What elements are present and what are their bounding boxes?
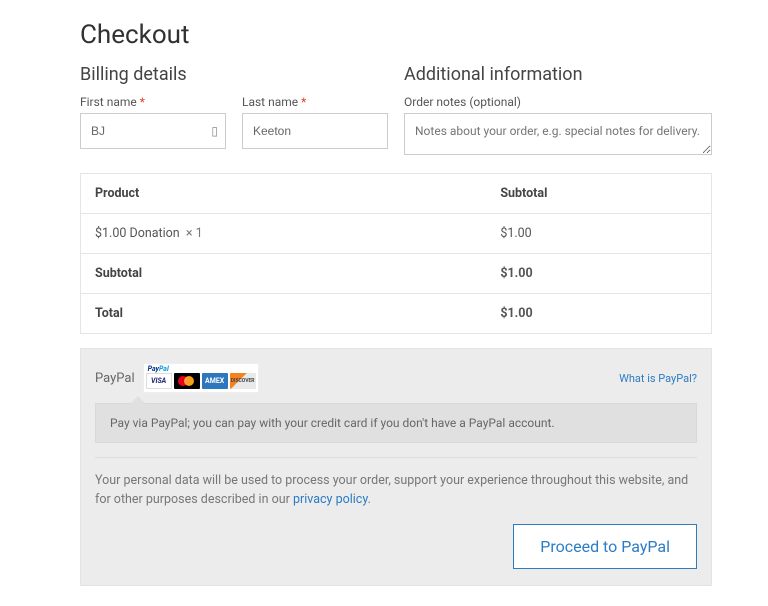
divider xyxy=(95,457,697,458)
billing-section: Billing details First name * ▯ Last name xyxy=(80,64,388,159)
what-is-paypal-link[interactable]: What is PayPal? xyxy=(619,372,697,385)
privacy-text: Your personal data will be used to proce… xyxy=(95,472,697,510)
first-name-label: First name * xyxy=(80,95,226,109)
payment-box: PayPal PayPal VISA AMEX DISCOVER What is… xyxy=(80,348,712,586)
product-qty: × 1 xyxy=(186,226,203,241)
order-review-table: Product Subtotal $1.00 Donation × 1 $1.0… xyxy=(80,173,712,334)
payment-description: Pay via PayPal; you can pay with your cr… xyxy=(95,403,697,443)
last-name-input[interactable] xyxy=(242,113,388,149)
payment-method-label: PayPal xyxy=(95,371,135,386)
total-row: Total $1.00 xyxy=(81,294,712,334)
additional-heading: Additional information xyxy=(404,64,712,85)
order-notes-label: Order notes (optional) xyxy=(404,95,712,109)
page-title: Checkout xyxy=(80,20,712,50)
amex-icon: AMEX xyxy=(202,373,228,389)
checkout-page: Checkout Billing details First name * ▯ xyxy=(0,0,768,606)
required-marker: * xyxy=(140,95,145,109)
product-name: $1.00 Donation xyxy=(95,226,180,241)
discover-icon: DISCOVER xyxy=(230,373,256,389)
col-subtotal: Subtotal xyxy=(486,174,711,214)
order-notes-input[interactable] xyxy=(404,113,712,155)
subtotal-row: Subtotal $1.00 xyxy=(81,254,712,294)
privacy-policy-link[interactable]: privacy policy xyxy=(293,492,368,507)
autofill-icon: ▯ xyxy=(211,124,218,138)
col-product: Product xyxy=(81,174,487,214)
mastercard-icon xyxy=(174,373,200,389)
payment-cards-icon: PayPal VISA AMEX DISCOVER xyxy=(143,363,259,393)
required-marker: * xyxy=(301,95,306,109)
additional-section: Additional information Order notes (opti… xyxy=(404,64,712,159)
table-row: $1.00 Donation × 1 $1.00 xyxy=(81,214,712,254)
product-amount: $1.00 xyxy=(486,214,711,254)
first-name-input[interactable] xyxy=(80,113,226,149)
last-name-label: Last name * xyxy=(242,95,388,109)
billing-heading: Billing details xyxy=(80,64,388,85)
visa-icon: VISA xyxy=(146,373,172,389)
proceed-to-paypal-button[interactable]: Proceed to PayPal xyxy=(513,524,697,569)
